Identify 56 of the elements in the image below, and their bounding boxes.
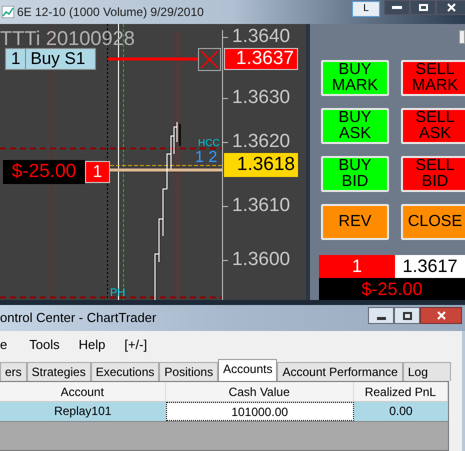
order-quantity: 1 (6, 49, 26, 69)
order-price-tag: 1.3637 (224, 48, 298, 70)
menu-item[interactable]: e (0, 335, 8, 355)
close-button[interactable] (436, 0, 465, 15)
order-button[interactable]: SELL ASK (401, 108, 465, 144)
tab[interactable]: Positions (159, 362, 218, 381)
close-icon (436, 311, 446, 320)
column-header[interactable]: Cash Value (166, 382, 354, 401)
order-button[interactable]: BUY MARK (321, 60, 389, 96)
close-button[interactable] (420, 307, 462, 324)
order-name: Buy S1 (29, 49, 86, 69)
order-button[interactable]: SELL BID (401, 156, 465, 192)
window-title: ontrol Center - ChartTrader (0, 309, 156, 328)
minimize-button[interactable] (384, 0, 410, 15)
menu-item[interactable]: Tools (29, 335, 60, 355)
chart-icon (2, 6, 14, 18)
order-button[interactable]: BUY BID (321, 156, 389, 192)
order-button[interactable]: REV (321, 204, 389, 240)
menu-item[interactable]: [+/-] (124, 335, 148, 355)
tab[interactable]: Accounts (218, 359, 278, 381)
price-axis-label: 1.3600 (232, 250, 290, 270)
tab[interactable]: Executions (90, 362, 160, 381)
order-label[interactable]: 1 Buy S1 (5, 48, 96, 70)
window-title: 6E 12-10 (1000 Volume) 9/29/2010 (17, 4, 204, 21)
column-header[interactable]: Account (0, 382, 166, 401)
column-header[interactable]: Realized PnL (354, 382, 448, 401)
menu-item[interactable]: Help (78, 335, 106, 355)
link-button[interactable]: L (352, 1, 380, 17)
price-axis-label: 1.3620 (232, 132, 290, 152)
table-cell-text: Replay101 (53, 403, 112, 420)
chart-marker: 1 2 (195, 150, 218, 166)
tab[interactable]: Account Performance (277, 362, 403, 381)
order-button[interactable]: BUY ASK (321, 108, 389, 144)
close-icon (446, 3, 456, 12)
maximize-button[interactable] (410, 0, 436, 15)
order-button[interactable]: CLOSE (401, 204, 465, 240)
price-axis-label: 1.3610 (232, 196, 290, 216)
position-pnl: $-25.00 (3, 160, 85, 184)
tab[interactable]: Strategies (26, 362, 91, 381)
table-cell-text: 0.00 (388, 403, 414, 420)
price-axis-label: 1.3630 (232, 88, 290, 108)
cancel-order-icon[interactable] (198, 48, 221, 71)
position-pnl: $-25.00 (319, 278, 465, 300)
tab[interactable]: Log (402, 362, 451, 381)
tab[interactable]: ers (0, 362, 27, 381)
price-axis-label: 1.3640 (232, 27, 290, 47)
chart-marker: HCC (198, 139, 220, 149)
position-quantity: 1 (319, 255, 395, 278)
table-row[interactable]: Replay101 101000.00 0.00 (0, 402, 448, 422)
order-button[interactable]: SELL MARK (401, 60, 465, 96)
maximize-button[interactable] (394, 307, 420, 324)
position-quantity: 1 (85, 161, 110, 183)
table-cell: 101000.00 (166, 402, 354, 421)
position-price-tag: 1.3618 (224, 153, 298, 177)
last-price: 1.3617 (395, 255, 465, 278)
minimize-button[interactable] (368, 307, 394, 324)
